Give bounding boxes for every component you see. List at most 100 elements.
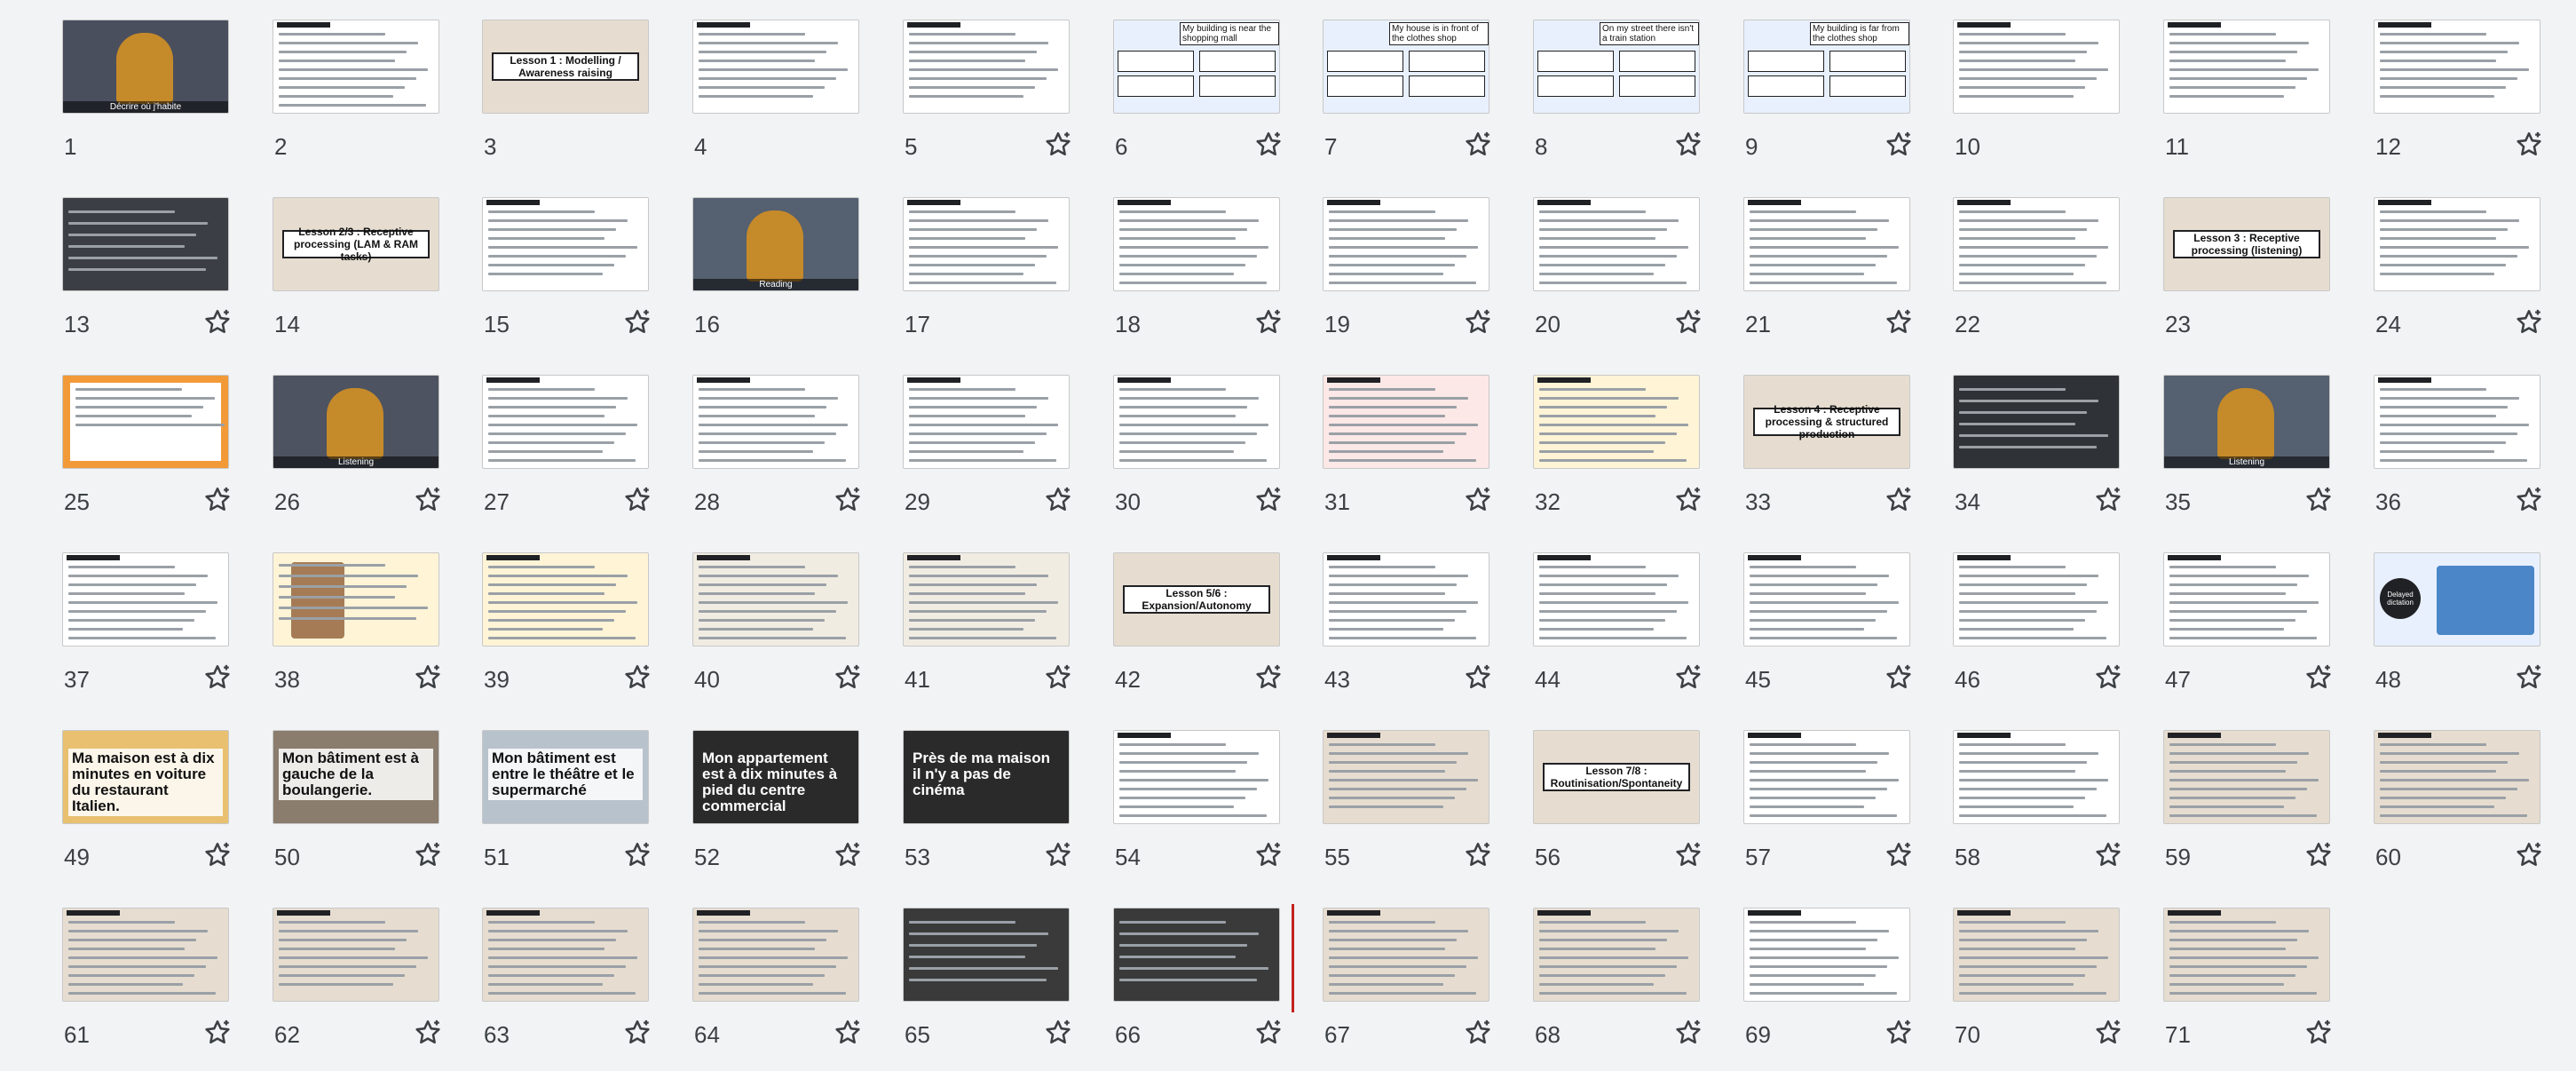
slide-preview[interactable] — [692, 20, 859, 114]
slide-preview[interactable]: Listening — [273, 375, 439, 469]
slide-thumbnail-14[interactable]: Lesson 2/3 : Receptive processing (LAM &… — [273, 197, 441, 357]
slide-preview[interactable] — [2374, 20, 2540, 114]
slide-preview[interactable] — [692, 908, 859, 1002]
slide-thumbnail-57[interactable]: 57 — [1743, 730, 1912, 890]
slide-preview[interactable] — [1533, 552, 1700, 647]
slide-thumbnail-18[interactable]: 18 — [1113, 197, 1282, 357]
slide-preview[interactable] — [903, 552, 1070, 647]
star-icon[interactable] — [413, 840, 443, 870]
star-icon[interactable] — [2093, 485, 2123, 515]
slide-preview[interactable] — [2163, 730, 2330, 824]
star-icon[interactable] — [622, 485, 652, 515]
slide-thumbnail-62[interactable]: 62 — [273, 908, 441, 1067]
star-icon[interactable] — [1253, 1018, 1284, 1048]
star-icon[interactable] — [622, 662, 652, 693]
star-icon[interactable] — [1884, 130, 1914, 160]
slide-thumbnail-45[interactable]: 45 — [1743, 552, 1912, 712]
slide-thumbnail-35[interactable]: Listening 35 — [2163, 375, 2332, 535]
slide-thumbnail-44[interactable]: 44 — [1533, 552, 1702, 712]
slide-preview[interactable]: Reading — [692, 197, 859, 291]
star-icon[interactable] — [1673, 130, 1703, 160]
star-icon[interactable] — [1673, 662, 1703, 693]
star-icon[interactable] — [1463, 662, 1493, 693]
slide-thumbnail-13[interactable]: 13 — [62, 197, 231, 357]
star-icon[interactable] — [1253, 840, 1284, 870]
slide-preview[interactable]: Lesson 7/8 : Routinisation/Spontaneity — [1533, 730, 1700, 824]
slide-thumbnail-38[interactable]: 38 — [273, 552, 441, 712]
slide-thumbnail-39[interactable]: 39 — [482, 552, 651, 712]
slide-preview[interactable] — [273, 908, 439, 1002]
slide-thumbnail-48[interactable]: Delayed dictation 48 — [2374, 552, 2542, 712]
slide-preview[interactable]: Mon bâtiment est à gauche de la boulange… — [273, 730, 439, 824]
slide-thumbnail-65[interactable]: 65 — [903, 908, 1071, 1067]
star-icon[interactable] — [2514, 307, 2544, 337]
slide-thumbnail-41[interactable]: 41 — [903, 552, 1071, 712]
slide-preview[interactable] — [62, 552, 229, 647]
slide-thumbnail-21[interactable]: 21 — [1743, 197, 1912, 357]
slide-thumbnail-6[interactable]: My building is near the shopping mall 6 — [1113, 20, 1282, 179]
star-icon[interactable] — [2303, 485, 2334, 515]
slide-thumbnail-34[interactable]: 34 — [1953, 375, 2122, 535]
star-icon[interactable] — [1253, 307, 1284, 337]
star-icon[interactable] — [2514, 840, 2544, 870]
slide-thumbnail-54[interactable]: 54 — [1113, 730, 1282, 890]
star-icon[interactable] — [2093, 662, 2123, 693]
star-icon[interactable] — [1043, 840, 1073, 870]
slide-preview[interactable] — [2163, 908, 2330, 1002]
slide-preview[interactable] — [273, 552, 439, 647]
slide-preview[interactable] — [2374, 197, 2540, 291]
slide-preview[interactable] — [62, 375, 229, 469]
slide-preview[interactable]: My house is in front of the clothes shop — [1323, 20, 1489, 114]
slide-thumbnail-63[interactable]: 63 — [482, 908, 651, 1067]
slide-preview[interactable] — [1323, 730, 1489, 824]
slide-thumbnail-3[interactable]: Lesson 1 : Modelling / Awareness raising… — [482, 20, 651, 179]
slide-preview[interactable]: Lesson 4 : Receptive processing & struct… — [1743, 375, 1910, 469]
slide-preview[interactable] — [482, 197, 649, 291]
slide-preview[interactable]: Mon appartement est à dix minutes à pied… — [692, 730, 859, 824]
slide-thumbnail-29[interactable]: 29 — [903, 375, 1071, 535]
slide-thumbnail-20[interactable]: 20 — [1533, 197, 1702, 357]
slide-thumbnail-23[interactable]: Lesson 3 : Receptive processing (listeni… — [2163, 197, 2332, 357]
slide-thumbnail-5[interactable]: 5 — [903, 20, 1071, 179]
slide-thumbnail-9[interactable]: My building is far from the clothes shop… — [1743, 20, 1912, 179]
slide-preview[interactable] — [903, 197, 1070, 291]
slide-preview[interactable] — [1953, 20, 2120, 114]
star-icon[interactable] — [1253, 130, 1284, 160]
slide-thumbnail-11[interactable]: 11 — [2163, 20, 2332, 179]
slide-preview[interactable] — [903, 908, 1070, 1002]
slide-thumbnail-27[interactable]: 27 — [482, 375, 651, 535]
star-icon[interactable] — [413, 485, 443, 515]
slide-preview[interactable] — [1743, 197, 1910, 291]
star-icon[interactable] — [1884, 307, 1914, 337]
star-icon[interactable] — [1463, 485, 1493, 515]
star-icon[interactable] — [1043, 485, 1073, 515]
slide-preview[interactable]: My building is near the shopping mall — [1113, 20, 1280, 114]
slide-preview[interactable] — [1113, 730, 1280, 824]
slide-preview[interactable] — [273, 20, 439, 114]
star-icon[interactable] — [2303, 840, 2334, 870]
star-icon[interactable] — [833, 662, 863, 693]
slide-thumbnail-2[interactable]: 2 — [273, 20, 441, 179]
slide-preview[interactable]: Lesson 1 : Modelling / Awareness raising — [482, 20, 649, 114]
slide-thumbnail-71[interactable]: 71 — [2163, 908, 2332, 1067]
slide-preview[interactable] — [1533, 908, 1700, 1002]
slide-preview[interactable] — [482, 375, 649, 469]
slide-thumbnail-59[interactable]: 59 — [2163, 730, 2332, 890]
star-icon[interactable] — [2303, 662, 2334, 693]
star-icon[interactable] — [1463, 130, 1493, 160]
slide-thumbnail-66[interactable]: 66 — [1113, 908, 1282, 1067]
slide-thumbnail-12[interactable]: 12 — [2374, 20, 2542, 179]
star-icon[interactable] — [2093, 1018, 2123, 1048]
star-icon[interactable] — [833, 840, 863, 870]
slide-preview[interactable] — [1953, 730, 2120, 824]
slide-preview[interactable]: Listening — [2163, 375, 2330, 469]
slide-preview[interactable] — [62, 197, 229, 291]
star-icon[interactable] — [2093, 840, 2123, 870]
star-icon[interactable] — [202, 662, 233, 693]
slide-preview[interactable] — [903, 375, 1070, 469]
star-icon[interactable] — [202, 307, 233, 337]
slide-thumbnail-58[interactable]: 58 — [1953, 730, 2122, 890]
slide-preview[interactable]: Lesson 3 : Receptive processing (listeni… — [2163, 197, 2330, 291]
star-icon[interactable] — [2514, 130, 2544, 160]
star-icon[interactable] — [622, 840, 652, 870]
